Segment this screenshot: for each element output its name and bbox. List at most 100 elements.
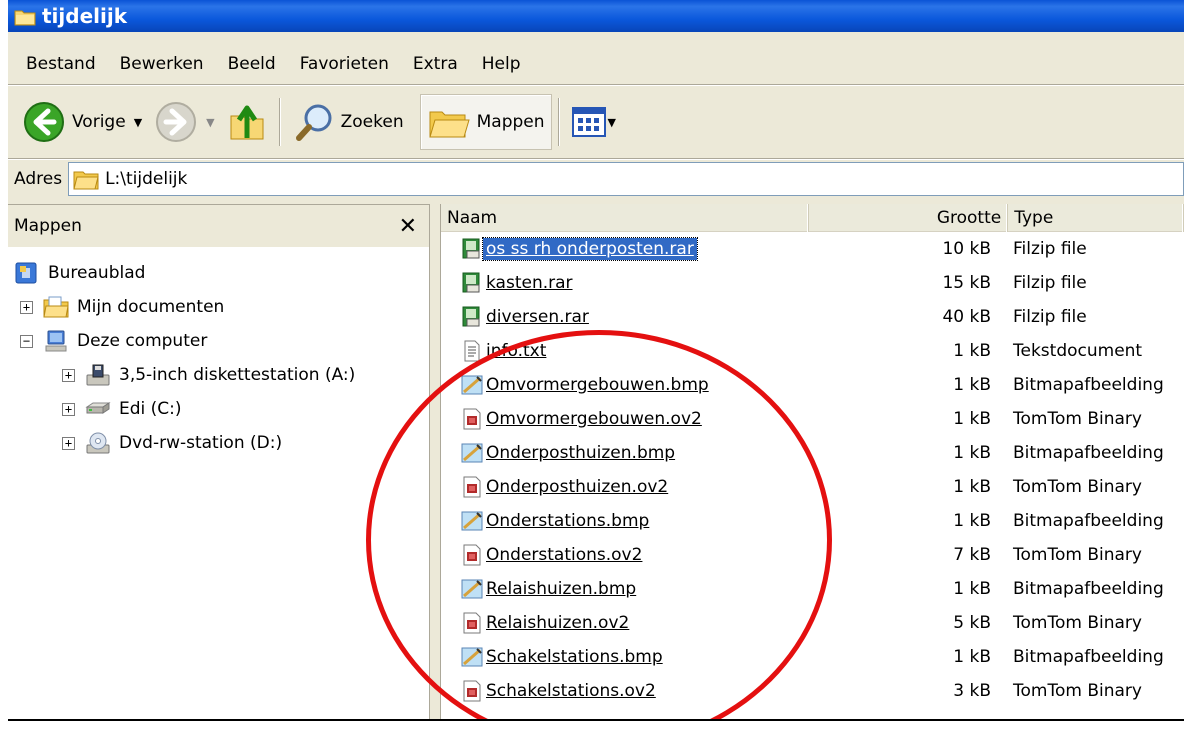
text-file-icon: [461, 340, 483, 362]
file-name[interactable]: info.txt: [483, 340, 549, 362]
back-label: Vorige: [72, 112, 126, 132]
file-type: Bitmapafbeelding: [1013, 511, 1164, 531]
up-folder-button[interactable]: [221, 94, 273, 150]
file-name[interactable]: kasten.rar: [483, 272, 576, 294]
file-row[interactable]: Onderposthuizen.ov2 1 kB TomTom Binary: [441, 470, 1184, 504]
file-row[interactable]: Schakelstations.bmp 1 kB Bitmapafbeelding: [441, 640, 1184, 674]
file-name-cell[interactable]: os ss rh onderposten.rar: [441, 237, 809, 261]
file-list: Naam Grootte Type os ss rh onderposten.r…: [440, 204, 1184, 719]
file-name-cell[interactable]: diversen.rar: [441, 306, 809, 328]
views-dropdown-icon[interactable]: ▼: [608, 116, 616, 129]
tree-item-drive-c[interactable]: + Edi (C:): [62, 393, 182, 425]
address-bar: Adres L:\tijdelijk: [8, 160, 1184, 198]
bitmap-file-icon: [461, 646, 483, 668]
tree-item-desktop[interactable]: Bureaublad: [14, 257, 145, 289]
file-row[interactable]: os ss rh onderposten.rar 10 kB Filzip file: [441, 232, 1184, 266]
file-size: 1 kB: [953, 409, 991, 429]
file-name[interactable]: Omvormergebouwen.bmp: [483, 374, 712, 396]
tree-item-floppy-drive[interactable]: + 3,5-inch diskettestation (A:): [62, 359, 355, 391]
menu-edit[interactable]: Bewerken: [108, 44, 216, 84]
file-name-cell[interactable]: kasten.rar: [441, 272, 809, 294]
file-name-cell[interactable]: Schakelstations.ov2: [441, 680, 809, 702]
search-button[interactable]: Zoeken: [287, 94, 410, 150]
file-size: 7 kB: [953, 545, 991, 565]
file-name-cell[interactable]: Relaishuizen.bmp: [441, 578, 809, 600]
file-row[interactable]: kasten.rar 15 kB Filzip file: [441, 266, 1184, 300]
title-bar[interactable]: tijdelijk: [8, 0, 1184, 32]
file-name-cell[interactable]: Onderposthuizen.bmp: [441, 442, 809, 464]
file-name[interactable]: Schakelstations.ov2: [483, 680, 659, 702]
file-name[interactable]: Onderposthuizen.ov2: [483, 476, 671, 498]
column-header-type[interactable]: Type: [1008, 204, 1184, 232]
expand-icon[interactable]: +: [20, 300, 33, 314]
file-name[interactable]: Onderstations.ov2: [483, 544, 645, 566]
toolbar-separator: [278, 98, 281, 146]
file-type: TomTom Binary: [1013, 613, 1142, 633]
rar-archive-icon: [461, 272, 483, 294]
folders-button[interactable]: Mappen: [419, 94, 552, 150]
forward-button[interactable]: ▼: [148, 94, 220, 150]
file-type: TomTom Binary: [1013, 681, 1142, 701]
file-row[interactable]: Relaishuizen.ov2 5 kB TomTom Binary: [441, 606, 1184, 640]
folders-label: Mappen: [476, 112, 545, 132]
expand-icon[interactable]: +: [62, 436, 75, 450]
tree-item-my-documents[interactable]: + Mijn documenten: [20, 291, 224, 323]
file-row[interactable]: diversen.rar 40 kB Filzip file: [441, 300, 1184, 334]
column-header-size[interactable]: Grootte: [809, 204, 1009, 232]
expand-icon[interactable]: +: [62, 402, 75, 416]
file-name[interactable]: os ss rh onderposten.rar: [482, 237, 698, 261]
file-type: Bitmapafbeelding: [1013, 579, 1164, 599]
forward-dropdown-icon[interactable]: ▼: [206, 116, 214, 129]
file-size: 40 kB: [942, 307, 991, 327]
tree-item-dvd-drive[interactable]: + Dvd-rw-station (D:): [62, 427, 282, 459]
back-button[interactable]: Vorige ▼: [16, 94, 148, 150]
floppy-drive-icon: [85, 363, 111, 387]
file-name-cell[interactable]: Onderposthuizen.ov2: [441, 476, 809, 498]
menu-view[interactable]: Beeld: [216, 44, 288, 84]
file-name[interactable]: Onderposthuizen.bmp: [483, 442, 678, 464]
file-name-cell[interactable]: Onderstations.bmp: [441, 510, 809, 532]
collapse-icon[interactable]: −: [20, 334, 33, 348]
file-size: 1 kB: [953, 579, 991, 599]
column-header-name[interactable]: Naam: [441, 204, 809, 232]
file-row[interactable]: info.txt 1 kB Tekstdocument: [441, 334, 1184, 368]
file-name-cell[interactable]: Omvormergebouwen.ov2: [441, 408, 809, 430]
file-row[interactable]: Onderposthuizen.bmp 1 kB Bitmapafbeelding: [441, 436, 1184, 470]
file-type: Bitmapafbeelding: [1013, 375, 1164, 395]
file-name-cell[interactable]: info.txt: [441, 340, 809, 362]
file-row[interactable]: Schakelstations.ov2 3 kB TomTom Binary: [441, 674, 1184, 708]
file-type: TomTom Binary: [1013, 409, 1142, 429]
file-size: 1 kB: [953, 375, 991, 395]
file-name[interactable]: diversen.rar: [483, 306, 592, 328]
bitmap-file-icon: [461, 510, 483, 532]
file-name[interactable]: Onderstations.bmp: [483, 510, 652, 532]
file-name[interactable]: Omvormergebouwen.ov2: [483, 408, 705, 430]
views-button[interactable]: ▼: [566, 94, 622, 150]
file-row[interactable]: Onderstations.ov2 7 kB TomTom Binary: [441, 538, 1184, 572]
address-field[interactable]: L:\tijdelijk: [68, 162, 1184, 196]
menu-favorites[interactable]: Favorieten: [288, 44, 401, 84]
expand-icon[interactable]: +: [62, 368, 75, 382]
file-name[interactable]: Relaishuizen.ov2: [483, 612, 632, 634]
menu-bar: Bestand Bewerken Beeld Favorieten Extra …: [8, 44, 1184, 84]
file-name[interactable]: Schakelstations.bmp: [483, 646, 666, 668]
menu-file[interactable]: Bestand: [14, 44, 108, 84]
file-name[interactable]: Relaishuizen.bmp: [483, 578, 639, 600]
file-name-cell[interactable]: Relaishuizen.ov2: [441, 612, 809, 634]
forward-arrow-icon: [156, 102, 197, 142]
file-type: TomTom Binary: [1013, 545, 1142, 565]
file-row[interactable]: Omvormergebouwen.ov2 1 kB TomTom Binary: [441, 402, 1184, 436]
tree-item-my-computer[interactable]: − Deze computer: [20, 325, 207, 357]
file-row[interactable]: Omvormergebouwen.bmp 1 kB Bitmapafbeelding: [441, 368, 1184, 402]
file-row[interactable]: Relaishuizen.bmp 1 kB Bitmapafbeelding: [441, 572, 1184, 606]
close-icon[interactable]: ✕: [399, 214, 417, 239]
file-name-cell[interactable]: Onderstations.ov2: [441, 544, 809, 566]
file-row[interactable]: Onderstations.bmp 1 kB Bitmapafbeelding: [441, 504, 1184, 538]
file-name-cell[interactable]: Omvormergebouwen.bmp: [441, 374, 809, 396]
back-dropdown-icon[interactable]: ▼: [134, 116, 142, 129]
tomtom-file-icon: [461, 612, 483, 634]
file-type: Tekstdocument: [1013, 341, 1143, 361]
file-name-cell[interactable]: Schakelstations.bmp: [441, 646, 809, 668]
menu-help[interactable]: Help: [470, 44, 533, 84]
menu-tools[interactable]: Extra: [401, 44, 470, 84]
